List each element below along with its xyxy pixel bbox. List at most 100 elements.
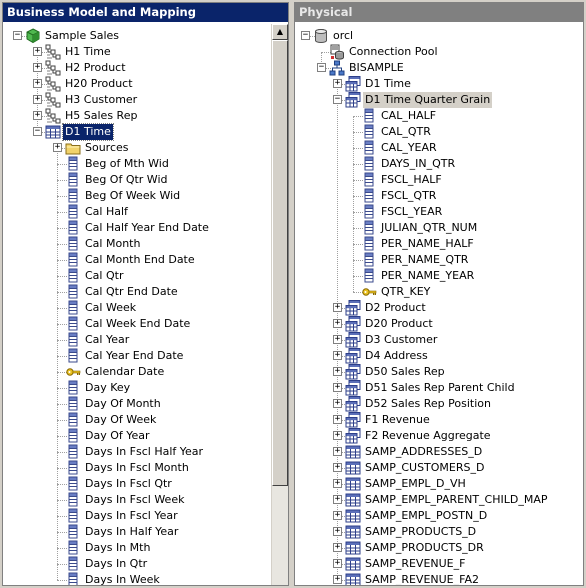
- tree-item-h2-product[interactable]: + H2 Product: [3, 60, 272, 76]
- expand-toggle-icon[interactable]: +: [333, 431, 342, 440]
- tree-item-samp-empl-d-vh[interactable]: + SAMP_EMPL_D_VH: [295, 476, 583, 492]
- tree-item-days-in-mth[interactable]: Days In Mth: [3, 540, 272, 556]
- tree-item-d4-address[interactable]: + D4 Address: [295, 348, 583, 364]
- collapse-toggle-icon[interactable]: −: [33, 127, 42, 136]
- tree-item-cal-week-end-date[interactable]: Cal Week End Date: [3, 316, 272, 332]
- expand-toggle-icon[interactable]: +: [333, 511, 342, 520]
- vertical-scrollbar[interactable]: ▲: [271, 24, 288, 585]
- physical-tree[interactable]: − orcl Connection Pool − BISAMPLE + D1 Time − D1…: [295, 24, 583, 585]
- tree-item-d2-product[interactable]: + D2 Product: [295, 300, 583, 316]
- tree-item-d3-customer[interactable]: + D3 Customer: [295, 332, 583, 348]
- tree-item-day-key[interactable]: Day Key: [3, 380, 272, 396]
- tree-item-f1-revenue[interactable]: + F1 Revenue: [295, 412, 583, 428]
- business-model-tree[interactable]: − Sample Sales + H1 Time + H2 Product + H20 Pro…: [3, 24, 272, 585]
- tree-item-samp-products-dr[interactable]: + SAMP_PRODUCTS_DR: [295, 540, 583, 556]
- tree-item-calendar-date[interactable]: Calendar Date: [3, 364, 272, 380]
- tree-item-d52-sales-rep-position[interactable]: + D52 Sales Rep Position: [295, 396, 583, 412]
- tree-item-beg-of-qtr-wid[interactable]: Beg Of Qtr Wid: [3, 172, 272, 188]
- collapse-toggle-icon[interactable]: −: [301, 31, 310, 40]
- tree-item-d50-sales-rep[interactable]: + D50 Sales Rep: [295, 364, 583, 380]
- tree-item-days-in-qtr[interactable]: DAYS_IN_QTR: [295, 156, 583, 172]
- tree-item-cal-qtr-end-date[interactable]: Cal Qtr End Date: [3, 284, 272, 300]
- expand-toggle-icon[interactable]: +: [333, 303, 342, 312]
- tree-item-cal-half[interactable]: Cal Half: [3, 204, 272, 220]
- tree-item-days-in-half-year[interactable]: Days In Half Year: [3, 524, 272, 540]
- expand-toggle-icon[interactable]: +: [33, 63, 42, 72]
- expand-toggle-icon[interactable]: +: [333, 79, 342, 88]
- expand-toggle-icon[interactable]: +: [333, 447, 342, 456]
- expand-toggle-icon[interactable]: +: [333, 335, 342, 344]
- tree-item-samp-revenue-f[interactable]: + SAMP_REVENUE_F: [295, 556, 583, 572]
- tree-item-beg-of-week-wid[interactable]: Beg Of Week Wid: [3, 188, 272, 204]
- expand-toggle-icon[interactable]: +: [333, 415, 342, 424]
- tree-item-days-in-week[interactable]: Days In Week: [3, 572, 272, 585]
- tree-item-cal-year[interactable]: CAL_YEAR: [295, 140, 583, 156]
- tree-item-cal-month[interactable]: Cal Month: [3, 236, 272, 252]
- tree-item-days-in-fscl-month[interactable]: Days In Fscl Month: [3, 460, 272, 476]
- tree-item-days-in-fscl-year[interactable]: Days In Fscl Year: [3, 508, 272, 524]
- tree-item-cal-half-year-end-date[interactable]: Cal Half Year End Date: [3, 220, 272, 236]
- tree-item-cal-qtr[interactable]: Cal Qtr: [3, 268, 272, 284]
- tree-item-h5-sales-rep[interactable]: + H5 Sales Rep: [3, 108, 272, 124]
- tree-item-fscl-half[interactable]: FSCL_HALF: [295, 172, 583, 188]
- tree-item-d20-product[interactable]: + D20 Product: [295, 316, 583, 332]
- tree-item-julian-qtr-num[interactable]: JULIAN_QTR_NUM: [295, 220, 583, 236]
- scrollbar-thumb[interactable]: [272, 40, 288, 486]
- tree-item-day-of-month[interactable]: Day Of Month: [3, 396, 272, 412]
- tree-item-cal-week[interactable]: Cal Week: [3, 300, 272, 316]
- tree-item-samp-addresses-d[interactable]: + SAMP_ADDRESSES_D: [295, 444, 583, 460]
- tree-item-cal-qtr[interactable]: CAL_QTR: [295, 124, 583, 140]
- expand-toggle-icon[interactable]: +: [333, 463, 342, 472]
- tree-item-sample-sales[interactable]: − Sample Sales: [3, 28, 272, 44]
- tree-item-d1-time[interactable]: + D1 Time: [295, 76, 583, 92]
- scroll-up-button[interactable]: ▲: [272, 24, 288, 40]
- tree-item-h1-time[interactable]: + H1 Time: [3, 44, 272, 60]
- tree-item-fscl-qtr[interactable]: FSCL_QTR: [295, 188, 583, 204]
- tree-item-fscl-year[interactable]: FSCL_YEAR: [295, 204, 583, 220]
- tree-item-f2-revenue-aggregate[interactable]: + F2 Revenue Aggregate: [295, 428, 583, 444]
- tree-item-days-in-fscl-week[interactable]: Days In Fscl Week: [3, 492, 272, 508]
- expand-toggle-icon[interactable]: +: [333, 527, 342, 536]
- tree-item-per-name-half[interactable]: PER_NAME_HALF: [295, 236, 583, 252]
- tree-item-days-in-qtr[interactable]: Days In Qtr: [3, 556, 272, 572]
- tree-item-cal-year-end-date[interactable]: Cal Year End Date: [3, 348, 272, 364]
- tree-item-samp-empl-postn-d[interactable]: + SAMP_EMPL_POSTN_D: [295, 508, 583, 524]
- tree-item-h3-customer[interactable]: + H3 Customer: [3, 92, 272, 108]
- tree-item-cal-year[interactable]: Cal Year: [3, 332, 272, 348]
- collapse-toggle-icon[interactable]: −: [333, 95, 342, 104]
- tree-item-samp-products-d[interactable]: + SAMP_PRODUCTS_D: [295, 524, 583, 540]
- tree-item-cal-half[interactable]: CAL_HALF: [295, 108, 583, 124]
- tree-item-day-of-year[interactable]: Day Of Year: [3, 428, 272, 444]
- tree-item-samp-revenue-fa2[interactable]: + SAMP_REVENUE_FA2: [295, 572, 583, 585]
- tree-item-orcl[interactable]: − orcl: [295, 28, 583, 44]
- expand-toggle-icon[interactable]: +: [333, 495, 342, 504]
- tree-item-day-of-week[interactable]: Day Of Week: [3, 412, 272, 428]
- tree-item-d1-time-quarter-grain[interactable]: − D1 Time Quarter Grain: [295, 92, 583, 108]
- tree-item-per-name-qtr[interactable]: PER_NAME_QTR: [295, 252, 583, 268]
- collapse-toggle-icon[interactable]: −: [317, 63, 326, 72]
- expand-toggle-icon[interactable]: +: [33, 47, 42, 56]
- expand-toggle-icon[interactable]: +: [333, 399, 342, 408]
- tree-item-beg-of-mth-wid[interactable]: Beg of Mth Wid: [3, 156, 272, 172]
- expand-toggle-icon[interactable]: +: [333, 351, 342, 360]
- expand-toggle-icon[interactable]: +: [333, 367, 342, 376]
- expand-toggle-icon[interactable]: +: [33, 95, 42, 104]
- tree-item-sources[interactable]: + Sources: [3, 140, 272, 156]
- tree-item-samp-empl-parent-child-map[interactable]: + SAMP_EMPL_PARENT_CHILD_MAP: [295, 492, 583, 508]
- tree-item-per-name-year[interactable]: PER_NAME_YEAR: [295, 268, 583, 284]
- tree-item-h20-product[interactable]: + H20 Product: [3, 76, 272, 92]
- tree-item-bisample[interactable]: − BISAMPLE: [295, 60, 583, 76]
- expand-toggle-icon[interactable]: +: [333, 319, 342, 328]
- expand-toggle-icon[interactable]: +: [33, 111, 42, 120]
- expand-toggle-icon[interactable]: +: [333, 559, 342, 568]
- expand-toggle-icon[interactable]: +: [333, 383, 342, 392]
- collapse-toggle-icon[interactable]: −: [13, 31, 22, 40]
- expand-toggle-icon[interactable]: +: [53, 143, 62, 152]
- tree-item-qtr-key[interactable]: QTR_KEY: [295, 284, 583, 300]
- expand-toggle-icon[interactable]: +: [333, 543, 342, 552]
- tree-item-cal-month-end-date[interactable]: Cal Month End Date: [3, 252, 272, 268]
- tree-item-days-in-fscl-qtr[interactable]: Days In Fscl Qtr: [3, 476, 272, 492]
- expand-toggle-icon[interactable]: +: [333, 575, 342, 584]
- tree-item-days-in-fscl-half-year[interactable]: Days In Fscl Half Year: [3, 444, 272, 460]
- tree-item-d1-time[interactable]: − D1 Time: [3, 123, 272, 141]
